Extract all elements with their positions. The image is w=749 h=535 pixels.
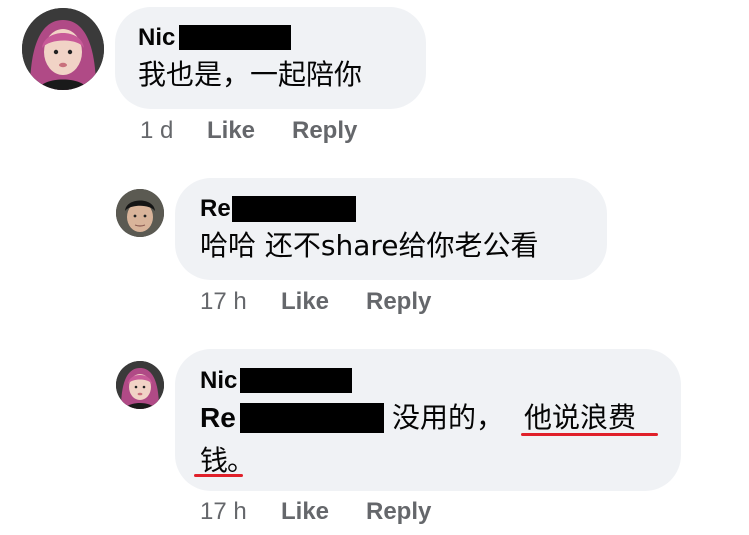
like-button-1[interactable]: Like [207,117,255,145]
redaction-bar [240,368,352,393]
comment-time-3[interactable]: 17 h [200,498,247,526]
redaction-bar [232,196,356,222]
comment-author-3[interactable]: Nic [200,367,237,395]
avatar-re[interactable] [116,189,164,237]
red-underline-annotation [521,433,658,436]
redaction-bar [179,25,291,50]
comment-text-3b: 他说浪费 [524,401,637,434]
comment-author-2[interactable]: Re [200,195,231,223]
comment-text-1: 我也是，一起陪你 [138,58,363,91]
profile-photo-icon [116,189,164,237]
red-underline-annotation [194,474,243,477]
reply-button-2[interactable]: Reply [366,288,431,316]
like-button-2[interactable]: Like [281,288,329,316]
avatar-nic[interactable] [116,361,164,409]
comment-text-2: 哈哈 还不share给你老公看 [200,229,539,262]
like-button-3[interactable]: Like [281,498,329,526]
reply-button-3[interactable]: Reply [366,498,431,526]
comment-time-1[interactable]: 1 d [140,117,173,145]
reply-button-1[interactable]: Reply [292,117,357,145]
comment-author-1[interactable]: Nic [138,24,175,52]
mention-tag[interactable]: Re [200,398,236,438]
avatar-nic[interactable] [22,8,104,90]
comment-time-2[interactable]: 17 h [200,288,247,316]
profile-photo-icon [116,361,164,409]
comment-text-3a: 没用的， [392,401,505,434]
redaction-bar [240,403,384,433]
profile-photo-icon [22,8,104,90]
